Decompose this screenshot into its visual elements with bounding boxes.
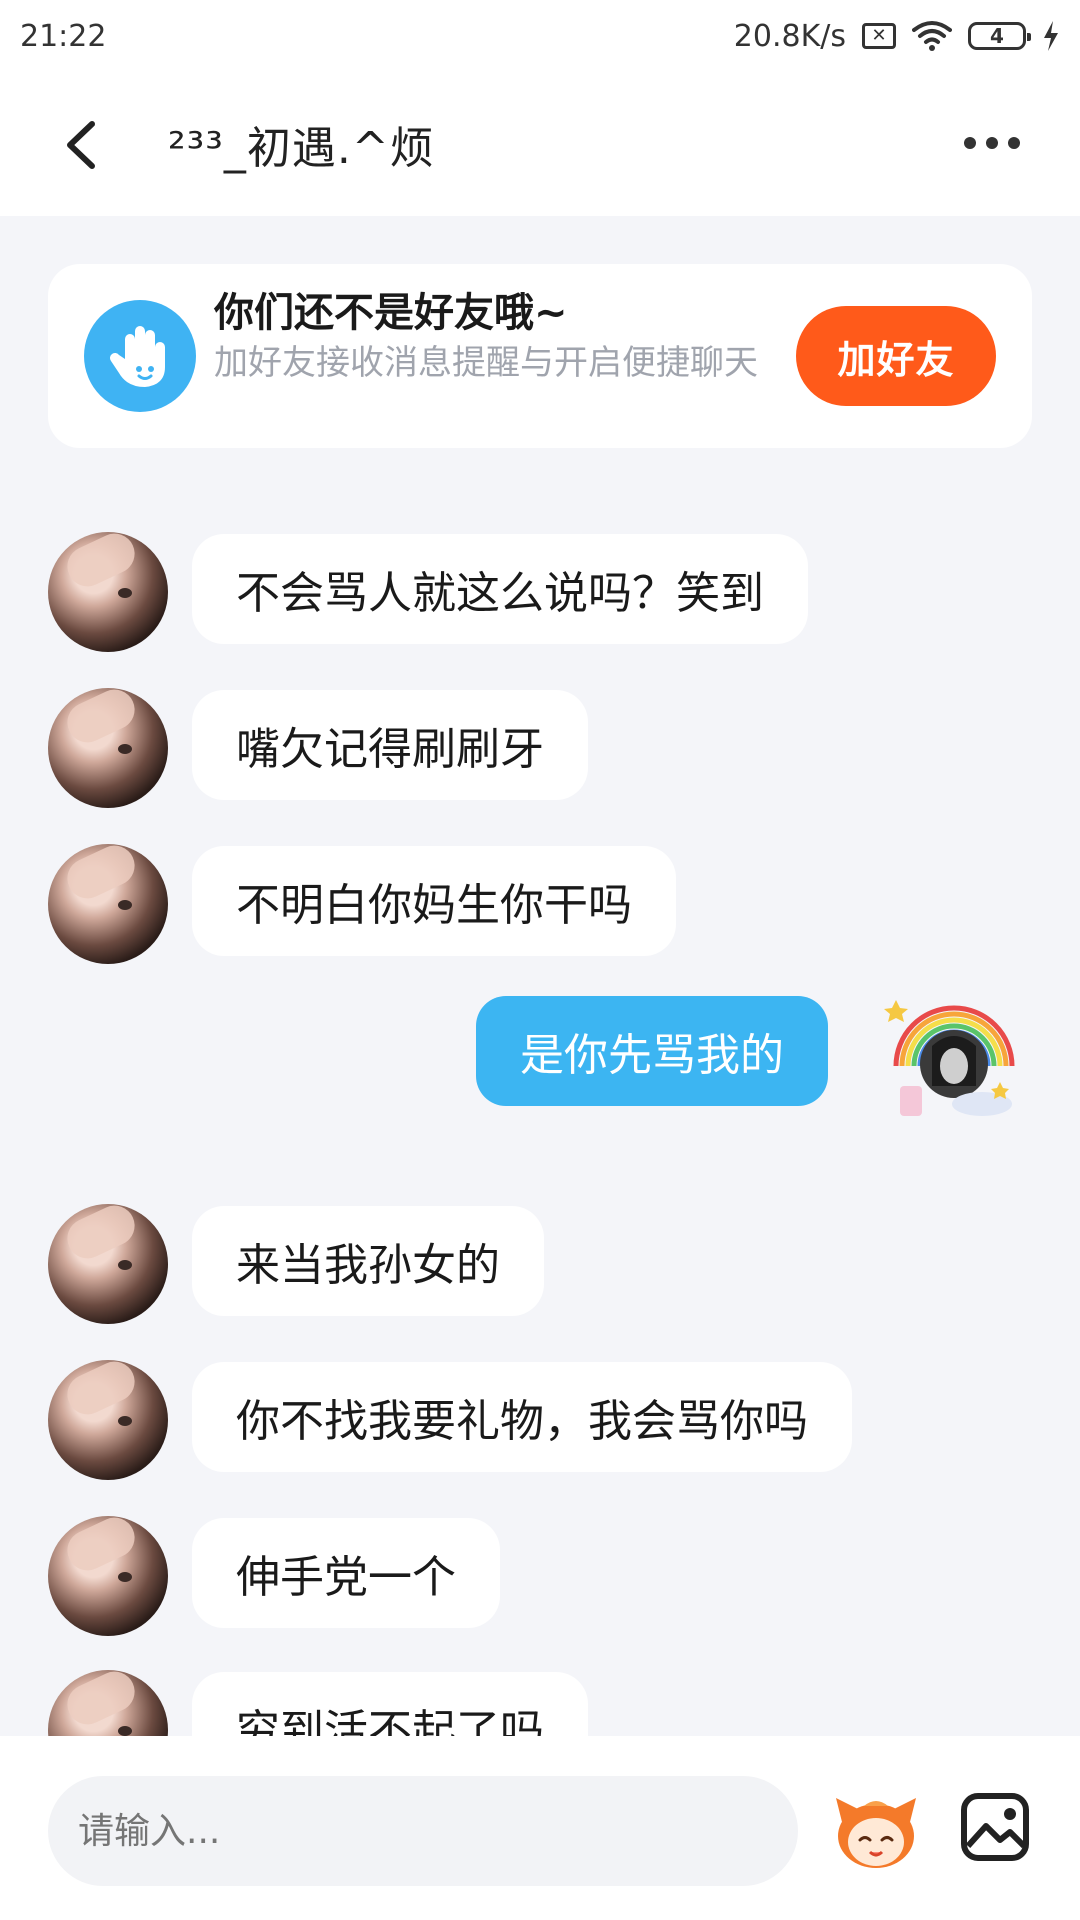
message-bubble[interactable]: 不明白你妈生你干吗	[192, 846, 676, 956]
status-bar: 21:22 20.8K/s ✕ 4	[0, 0, 1080, 72]
message-input[interactable]	[48, 1776, 798, 1886]
contact-avatar[interactable]	[48, 532, 168, 652]
battery-icon: 4	[968, 22, 1031, 50]
message-bubble[interactable]: 伸手党一个	[192, 1518, 500, 1628]
my-avatar[interactable]	[882, 986, 1024, 1128]
message-bubble[interactable]: 嘴欠记得刷刷牙	[192, 690, 588, 800]
more-options-icon[interactable]	[960, 128, 1024, 158]
message-bubble[interactable]: 穷到活不起了吗	[192, 1672, 588, 1736]
add-friend-card: 你们还不是好友哦~ 加好友接收消息提醒与开启便捷聊天 加好友	[48, 264, 1032, 448]
card-subtitle: 加好友接收消息提醒与开启便捷聊天	[214, 343, 758, 383]
add-friend-button[interactable]: 加好友	[796, 306, 996, 406]
status-indicators: 20.8K/s ✕ 4	[734, 19, 1060, 54]
message-list[interactable]: 不会骂人就这么说吗？笑到 嘴欠记得刷刷牙 不明白你妈生你干吗 是你先骂我的 来当…	[0, 448, 1080, 1736]
contact-avatar[interactable]	[48, 1360, 168, 1480]
contact-avatar[interactable]	[48, 1670, 168, 1736]
battery-level: 4	[990, 24, 1004, 48]
contact-avatar[interactable]	[48, 1516, 168, 1636]
chat-header: ²³³_初遇.^烦	[0, 72, 1080, 216]
message-bubble-self[interactable]: 是你先骂我的	[476, 996, 828, 1106]
wifi-icon	[912, 21, 952, 51]
message-bubble[interactable]: 不会骂人就这么说吗？笑到	[192, 534, 808, 644]
input-bar	[0, 1736, 1080, 1920]
contact-avatar[interactable]	[48, 688, 168, 808]
contact-avatar[interactable]	[48, 844, 168, 964]
back-arrow-icon[interactable]	[58, 118, 108, 172]
charging-icon	[1044, 21, 1058, 51]
message-bubble[interactable]: 你不找我要礼物，我会骂你吗	[192, 1362, 852, 1472]
hand-wave-icon	[84, 300, 196, 412]
emoji-mascot-icon[interactable]	[832, 1792, 920, 1872]
image-picker-icon[interactable]	[960, 1792, 1030, 1862]
status-time: 21:22	[20, 18, 107, 54]
contact-avatar[interactable]	[48, 1204, 168, 1324]
message-bubble[interactable]: 来当我孙女的	[192, 1206, 544, 1316]
network-speed: 20.8K/s	[733, 18, 846, 54]
card-title: 你们还不是好友哦~	[214, 290, 568, 336]
chat-title: ²³³_初遇.^烦	[168, 123, 435, 174]
no-sim-icon: ✕	[862, 23, 896, 49]
